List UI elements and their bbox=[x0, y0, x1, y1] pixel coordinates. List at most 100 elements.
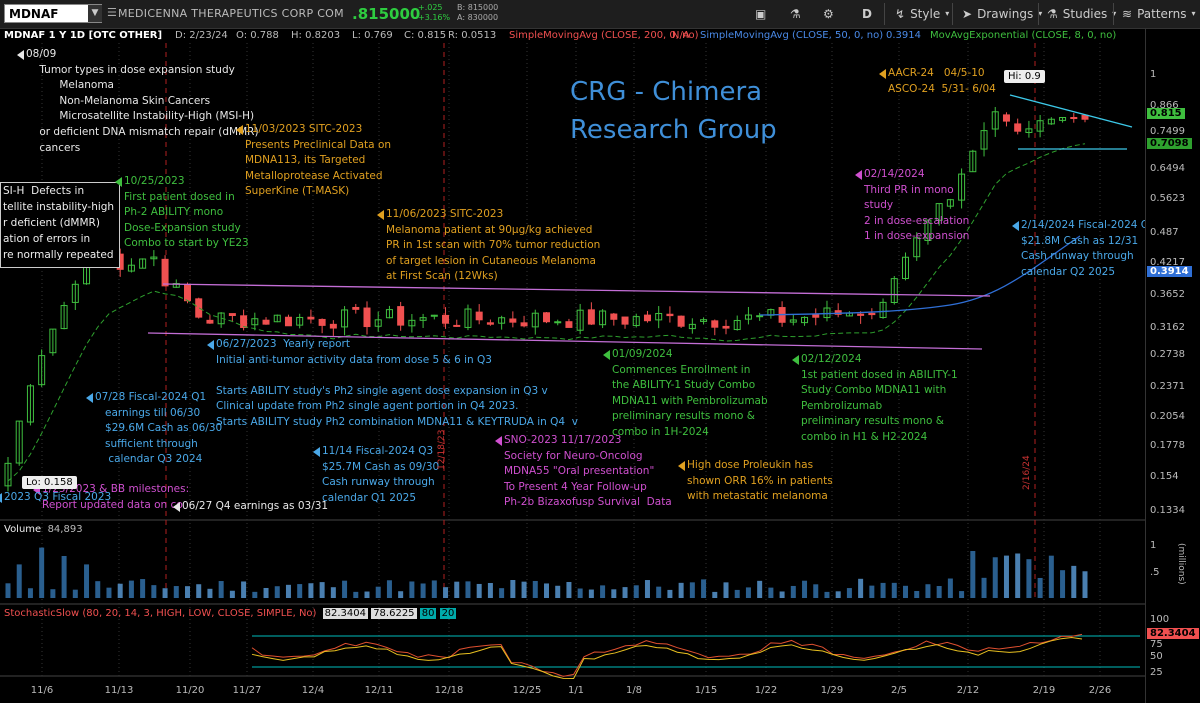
volume-bar bbox=[779, 591, 785, 598]
volume-bar bbox=[72, 589, 78, 598]
volume-bar bbox=[521, 581, 527, 598]
price-axis-label: 0.1334 bbox=[1150, 505, 1185, 516]
time-axis-label: 1/8 bbox=[625, 685, 643, 696]
annotation-marker-icon bbox=[173, 502, 180, 512]
candle bbox=[453, 324, 461, 327]
time-axis-label: 11/20 bbox=[175, 685, 205, 696]
vline-label-1: 12/18/23 bbox=[437, 429, 447, 470]
volume-bar bbox=[510, 579, 516, 598]
time-axis-label: 12/4 bbox=[301, 685, 325, 696]
price-axis-label: 0.487 bbox=[1150, 227, 1179, 238]
volume-bar bbox=[229, 590, 235, 598]
candle bbox=[195, 298, 203, 318]
stoch-axis-label: 50 bbox=[1150, 651, 1163, 662]
annotation-marker-icon bbox=[0, 493, 2, 503]
volume-bar bbox=[588, 589, 594, 598]
annotation-8: 01/09/2024 Commences Enrollment in the A… bbox=[612, 348, 768, 438]
volume-bar bbox=[27, 588, 33, 598]
volume-bar bbox=[992, 557, 998, 598]
candle bbox=[711, 320, 719, 328]
volume-bar bbox=[1037, 577, 1043, 598]
volume-bar bbox=[701, 579, 707, 598]
annotation-1: 10/25/2023 First patient dosed in Ph-2 A… bbox=[124, 175, 249, 250]
candle bbox=[363, 307, 371, 328]
volume-bar bbox=[386, 580, 392, 598]
volume-bar bbox=[1071, 565, 1077, 598]
candle bbox=[228, 313, 236, 317]
price-axis-label: 0.2371 bbox=[1150, 381, 1185, 392]
annotation-marker-icon bbox=[792, 355, 799, 365]
annotation-marker-icon bbox=[313, 447, 320, 457]
annotation-marker-icon bbox=[495, 436, 502, 446]
volume-bar bbox=[891, 582, 897, 598]
annotation-12: 2/14/2024 Fiscal-2024 Q3 $21.8M Cash as … bbox=[1021, 219, 1156, 278]
volume-bar bbox=[566, 581, 572, 598]
candle bbox=[184, 283, 191, 302]
stochastic-tag: 82.3404 bbox=[1147, 628, 1199, 639]
volume-bar bbox=[1015, 553, 1021, 598]
volume-bar bbox=[970, 551, 976, 598]
candle bbox=[240, 315, 248, 328]
sma50-tag: 0.3914 bbox=[1147, 266, 1192, 277]
note-box: SI-H Defects in tellite instability-high… bbox=[0, 182, 120, 268]
hi-label: Hi: 0.9 bbox=[1004, 70, 1045, 83]
volume-bar bbox=[723, 582, 729, 598]
volume-bar bbox=[981, 577, 987, 598]
time-axis-label: 2/19 bbox=[1032, 685, 1056, 696]
time-axis-label: 11/13 bbox=[104, 685, 134, 696]
annotation-marker-icon bbox=[879, 69, 886, 79]
volume-bar bbox=[622, 587, 628, 598]
annotation-10: 02/12/2024 1st patient dosed in ABILITY-… bbox=[801, 353, 958, 443]
volume-bar bbox=[544, 583, 549, 598]
candle bbox=[857, 313, 865, 316]
price-axis-label: 0.2054 bbox=[1150, 411, 1185, 422]
candle bbox=[329, 323, 337, 329]
volume-bar bbox=[712, 591, 718, 598]
volume-bar bbox=[880, 582, 886, 598]
volume-bar bbox=[454, 581, 460, 598]
candle bbox=[161, 258, 169, 287]
candle bbox=[1081, 114, 1089, 120]
price-axis-label: 0.2738 bbox=[1150, 349, 1185, 360]
volume-bar bbox=[667, 589, 673, 598]
candle bbox=[621, 316, 629, 325]
annotation-16: 06/27 Q4 earnings as 03/31 bbox=[182, 500, 329, 512]
candle bbox=[318, 318, 326, 326]
lo-label: Lo: 0.158 bbox=[22, 476, 77, 489]
price-axis-label: 0.7499 bbox=[1150, 126, 1185, 137]
volume-bar bbox=[285, 584, 291, 598]
annotation-0: 08/09 Tumor types in dose expansion stud… bbox=[26, 48, 259, 154]
volume-bar bbox=[959, 591, 965, 598]
volume-bar bbox=[947, 578, 953, 598]
candle bbox=[262, 319, 270, 325]
price-axis-label: 0.3652 bbox=[1150, 289, 1185, 300]
candle bbox=[554, 321, 562, 324]
annotation-marker-icon bbox=[603, 350, 610, 360]
vline-label-2: 2/16/24 bbox=[1022, 455, 1032, 490]
volume-bar bbox=[196, 584, 202, 598]
volume-bar bbox=[813, 584, 819, 598]
volume-bar bbox=[903, 585, 908, 598]
time-axis-label: 12/11 bbox=[364, 685, 394, 696]
volume-bar bbox=[1082, 571, 1088, 598]
time-axis-label: 2/5 bbox=[890, 685, 908, 696]
volume-bar bbox=[790, 585, 796, 598]
candle bbox=[284, 316, 292, 327]
volume-bar bbox=[319, 582, 325, 598]
time-axis-label: 1/1 bbox=[567, 685, 585, 696]
annotation-7: SNO-2023 11/17/2023 Society for Neuro-On… bbox=[504, 434, 672, 509]
channel-top bbox=[162, 283, 991, 297]
volume-bar bbox=[768, 587, 774, 598]
volume-bar bbox=[173, 586, 179, 598]
candle bbox=[666, 313, 674, 317]
candle bbox=[610, 313, 618, 320]
candle bbox=[352, 306, 360, 310]
price-axis-label: 1 bbox=[1150, 69, 1157, 80]
stoch-axis-label: 75 bbox=[1150, 639, 1163, 650]
candle bbox=[756, 315, 764, 318]
volume-bar bbox=[364, 591, 370, 598]
volume-bar bbox=[207, 588, 213, 598]
candle bbox=[565, 321, 573, 328]
volume-bar bbox=[185, 586, 190, 598]
volume-bar bbox=[342, 580, 348, 598]
